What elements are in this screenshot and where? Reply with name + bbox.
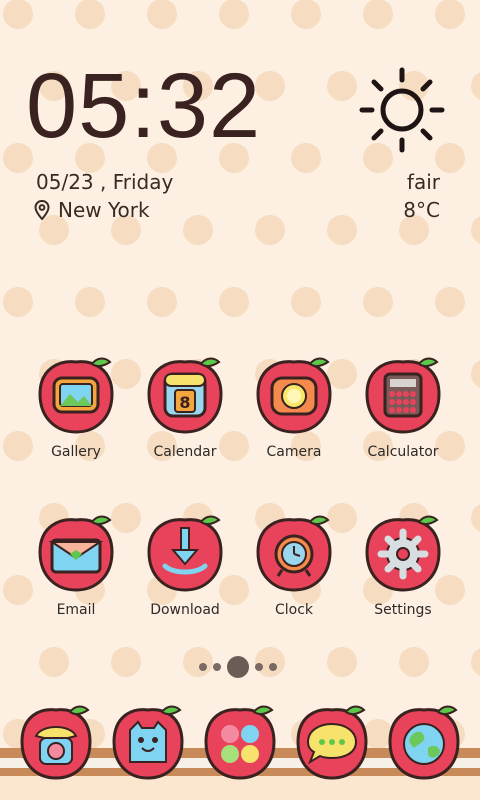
- messages-icon[interactable]: [292, 702, 372, 782]
- polka-dot: [291, 287, 321, 317]
- location-pin-icon: [34, 200, 50, 220]
- sun-icon: [359, 67, 445, 153]
- camera-icon: [256, 357, 332, 434]
- polka-dot: [327, 71, 357, 101]
- app-label-email: Email: [56, 602, 96, 618]
- polka-dot: [327, 647, 357, 677]
- gear-icon: [365, 515, 441, 592]
- polka-dot: [327, 215, 357, 245]
- polka-dot: [219, 0, 249, 29]
- page-dot[interactable]: [199, 663, 207, 671]
- app-label-camera: Camera: [266, 444, 322, 460]
- app-camera[interactable]: Camera: [239, 352, 349, 460]
- polka-dot: [435, 0, 465, 29]
- location-city: New York: [58, 198, 150, 222]
- location-row: New York: [34, 198, 150, 222]
- polka-dot: [147, 0, 177, 29]
- app-calendar[interactable]: 8 Calendar: [130, 352, 240, 460]
- app-label-download: Download: [150, 602, 220, 618]
- alarm-clock-icon: [256, 515, 332, 592]
- page-dot[interactable]: [213, 663, 221, 671]
- polka-dot: [3, 0, 33, 29]
- calendar-icon: 8: [147, 357, 223, 434]
- polka-dot: [255, 215, 285, 245]
- calendar-badge: 8: [179, 393, 190, 412]
- polka-dot: [183, 215, 213, 245]
- weather-condition: fair: [406, 170, 440, 194]
- app-calculator[interactable]: Calculator: [348, 352, 458, 460]
- page-dot-active[interactable]: [227, 656, 249, 678]
- polka-dot: [111, 647, 141, 677]
- polka-dot: [435, 287, 465, 317]
- apps-drawer-icon[interactable]: [200, 702, 280, 782]
- browser-globe-icon[interactable]: [384, 702, 464, 782]
- email-icon: [38, 515, 114, 592]
- gallery-icon: [38, 357, 114, 434]
- app-gallery[interactable]: Gallery: [21, 352, 131, 460]
- calculator-icon: [365, 357, 441, 434]
- app-settings[interactable]: Settings: [348, 510, 458, 618]
- phone-icon[interactable]: [16, 702, 96, 782]
- contacts-icon[interactable]: [108, 702, 188, 782]
- date-label: 05/23 , Friday: [36, 170, 174, 194]
- polka-dot: [363, 287, 393, 317]
- app-label-settings: Settings: [374, 602, 432, 618]
- page-indicator[interactable]: [199, 656, 277, 678]
- polka-dot: [75, 0, 105, 29]
- app-download[interactable]: Download: [130, 510, 240, 618]
- page-dot[interactable]: [269, 663, 277, 671]
- polka-dot: [363, 0, 393, 29]
- download-icon: [147, 515, 223, 592]
- app-label-clock: Clock: [274, 602, 314, 618]
- polka-dot: [219, 287, 249, 317]
- polka-dot: [3, 287, 33, 317]
- polka-dot: [39, 647, 69, 677]
- clock-time[interactable]: 05:32: [26, 60, 261, 152]
- polka-dot: [291, 143, 321, 173]
- weather-temperature: 8°C: [403, 198, 440, 222]
- app-label-gallery: Gallery: [51, 444, 101, 460]
- app-label-calendar: Calendar: [153, 444, 217, 460]
- polka-dot: [147, 287, 177, 317]
- app-clock[interactable]: Clock: [239, 510, 349, 618]
- polka-dot: [399, 647, 429, 677]
- app-email[interactable]: Email: [21, 510, 131, 618]
- polka-dot: [75, 287, 105, 317]
- app-label-calculator: Calculator: [367, 444, 439, 460]
- polka-dot: [291, 0, 321, 29]
- page-dot[interactable]: [255, 663, 263, 671]
